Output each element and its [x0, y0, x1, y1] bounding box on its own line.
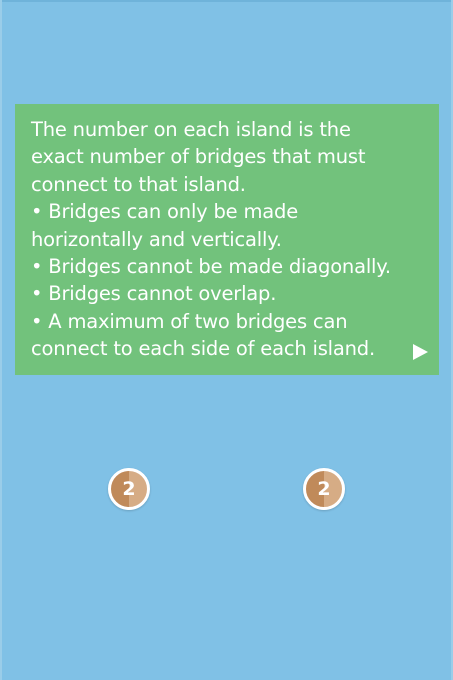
top-border	[0, 0, 453, 2]
instructions-panel: The number on each island is the exact n…	[15, 104, 439, 375]
island-right[interactable]: 2	[303, 468, 345, 510]
left-border	[0, 0, 2, 680]
island-bridge-count: 2	[317, 477, 331, 500]
next-arrow-icon[interactable]	[413, 344, 428, 360]
island-left[interactable]: 2	[108, 468, 150, 510]
island-bridge-count: 2	[122, 477, 136, 500]
instructions-text: The number on each island is the exact n…	[31, 118, 391, 361]
